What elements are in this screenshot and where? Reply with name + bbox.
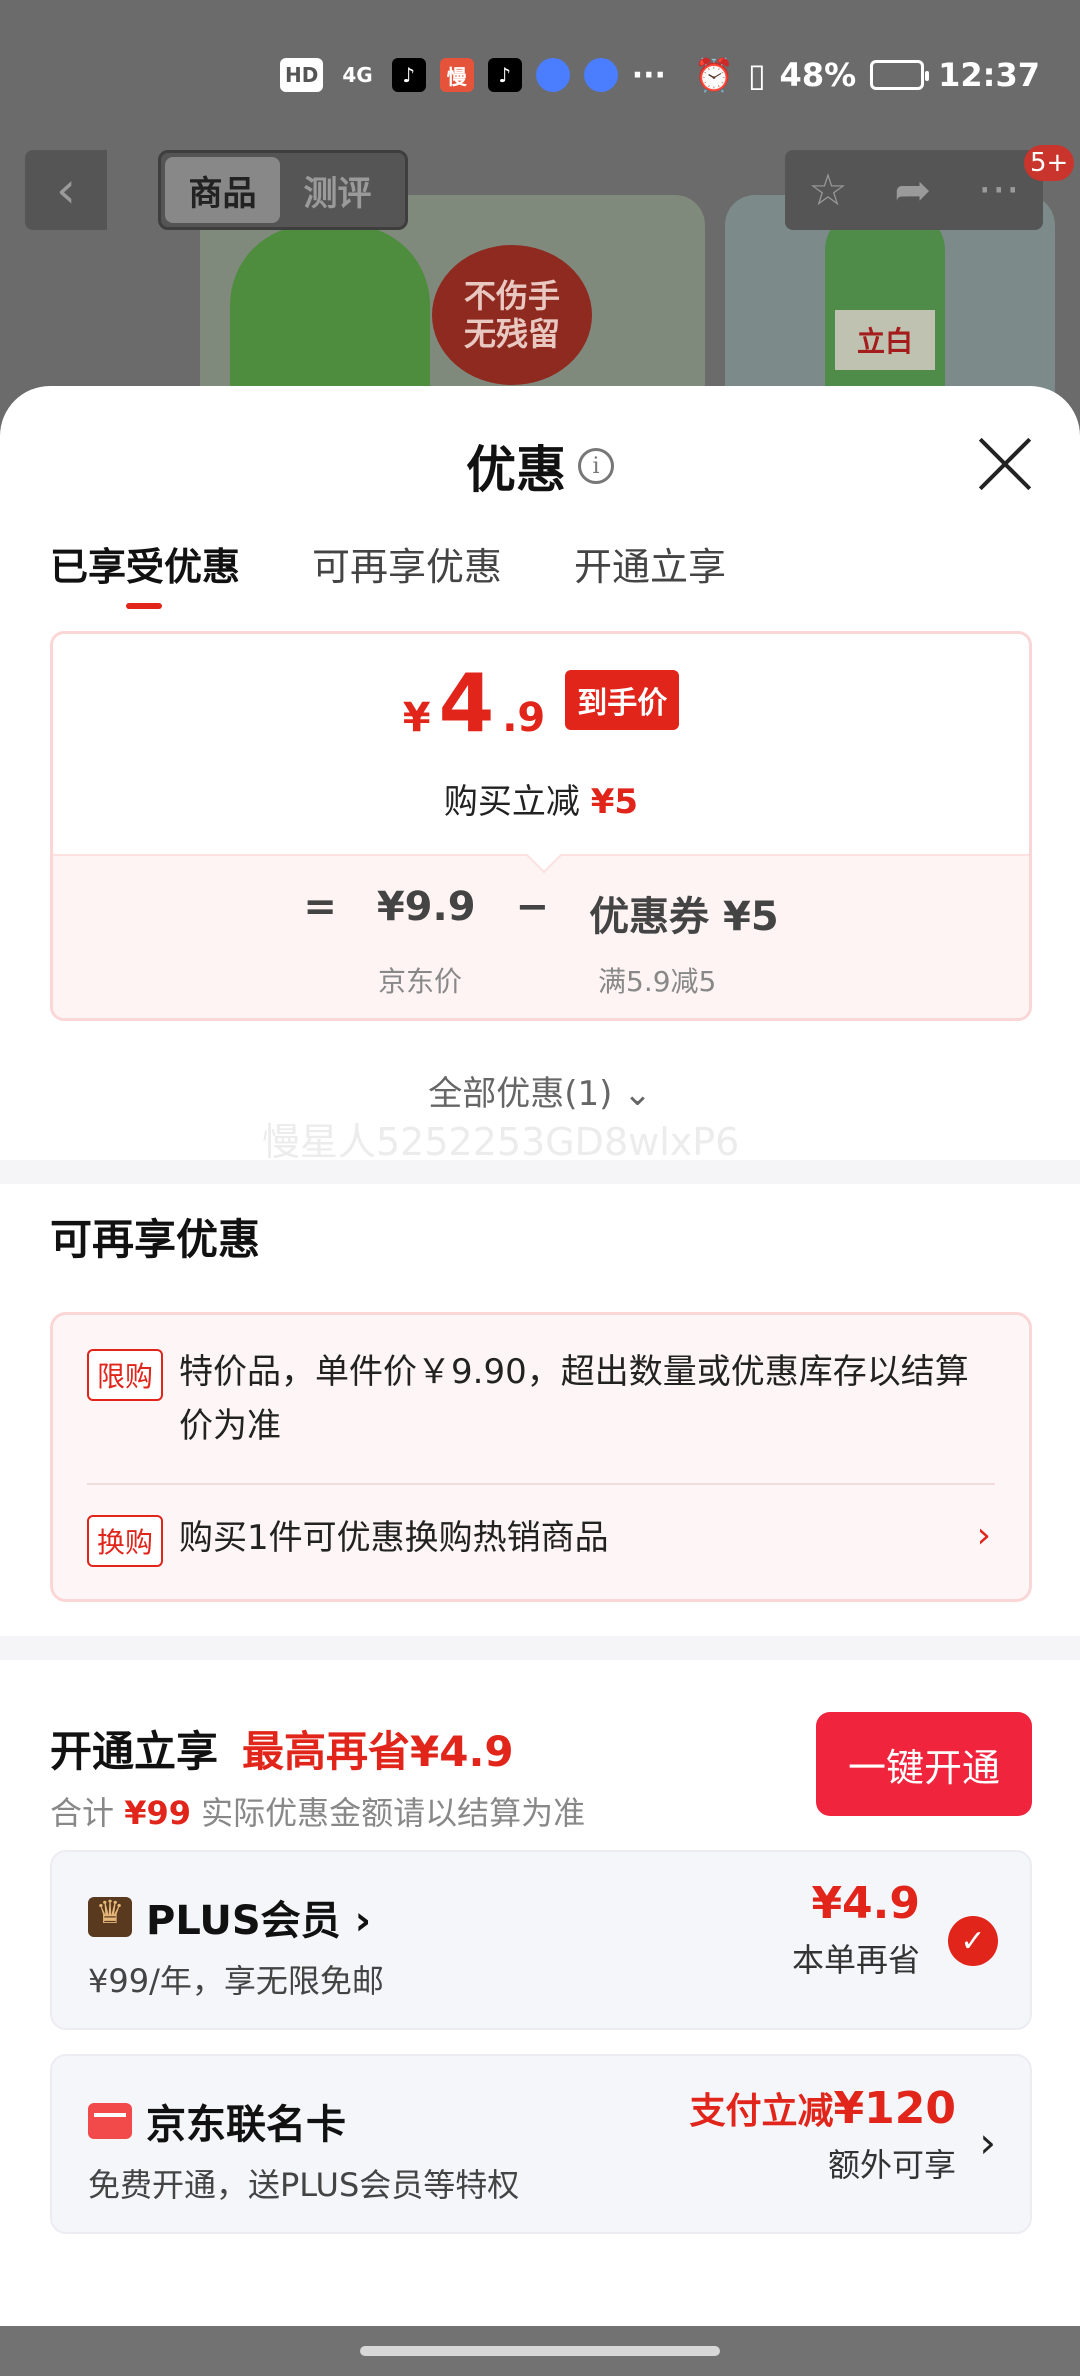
jd-offer: 支付立减¥120 额外可享: [690, 2082, 956, 2186]
open-highlight: 最高再省¥4.9: [242, 1727, 514, 1776]
jd-title: 京东联名卡: [146, 2102, 346, 2148]
tiktok-lite-icon: ♪: [487, 58, 522, 92]
more-icon[interactable]: ···: [978, 165, 1020, 216]
hd-icon: HD: [280, 58, 324, 92]
price-tag: 到手价: [565, 670, 680, 730]
jd-title-row: 京东联名卡: [88, 2092, 346, 2150]
more-deals-card: 限购 特价品，单件价￥9.90，超出数量或优惠库存以结算价为准 换购 购买1件可…: [50, 1312, 1032, 1602]
buy-discount-amount: ¥5: [590, 782, 639, 822]
plus-title-row: PLUS会员 ›: [88, 1888, 371, 1946]
final-price-card: ¥ 4 .9 到手价 购买立减 ¥5 = ¥9.9 − 优惠券 ¥5 京东价 满…: [50, 631, 1032, 1021]
plus-subtitle: ¥99/年，享无限免邮: [88, 1962, 384, 2000]
exchange-text: 购买1件可优惠换购热销商品: [179, 1518, 609, 1558]
promo-item-limited: 限购 特价品，单件价￥9.90，超出数量或优惠库存以结算价为准: [87, 1345, 995, 1454]
battery-percent: 48%: [779, 56, 857, 94]
limited-tag: 限购: [87, 1349, 164, 1401]
badge-line-2: 无残留: [463, 315, 560, 353]
more-deals-title: 可再享优惠: [50, 1215, 261, 1264]
jd-offer-amount: ¥120: [833, 2083, 956, 2134]
original-price: ¥9.9: [376, 884, 476, 930]
price-decimal: .9: [502, 695, 546, 741]
section-divider-2: [0, 1636, 1080, 1660]
exchange-tag: 换购: [87, 1515, 164, 1567]
vibrate-icon: ▯: [747, 56, 766, 94]
buy-discount-label: 购买立减: [443, 782, 580, 822]
tab-review[interactable]: 测评: [280, 157, 395, 223]
chevron-right-icon[interactable]: ›: [977, 1515, 991, 1556]
status-icons-right: ⏰ ▯ 48% 12:37: [694, 56, 1040, 94]
discount-tabs: 已享受优惠 可再享优惠 开通立享: [50, 536, 726, 609]
header-tools: ☆ ➦ ···: [785, 150, 1043, 230]
equals-sign: =: [303, 884, 337, 930]
bottle-label: 立白: [835, 310, 935, 370]
close-icon[interactable]: [975, 434, 1035, 494]
product-tabs: 商品 测评: [158, 150, 408, 230]
back-icon[interactable]: ‹: [25, 150, 107, 230]
price-breakdown: = ¥9.9 − 优惠券 ¥5 京东价 满5.9减5: [53, 836, 1029, 1018]
app-blue-icon-2: [583, 58, 618, 92]
all-deals-link[interactable]: 全部优惠(1) ⌄: [0, 1066, 1080, 1115]
tiktok-icon: ♪: [391, 58, 426, 92]
check-icon[interactable]: ✓: [948, 1916, 998, 1966]
plus-savings: ¥4.9 本单再省: [792, 1878, 920, 1981]
coupon-rule-label: 满5.9减5: [598, 965, 717, 998]
final-price: ¥ 4 .9 到手价: [53, 664, 1029, 748]
buy-discount: 购买立减 ¥5: [53, 774, 1029, 823]
app-blue-icon: [535, 58, 570, 92]
promo-divider: [87, 1483, 995, 1485]
sheet-title: 优惠: [466, 441, 566, 499]
home-indicator[interactable]: [360, 2346, 720, 2356]
section-divider: [0, 1160, 1080, 1184]
tab-product[interactable]: 商品: [165, 157, 280, 223]
manxingren-icon: 慢: [439, 58, 474, 92]
bottle-image: [230, 225, 430, 405]
open-subtitle: 合计 ¥99 实际优惠金额请以结算为准: [50, 1788, 585, 1834]
jd-subtitle: 免费开通，送PLUS会员等特权: [88, 2166, 520, 2204]
jd-offer-label: 额外可享: [827, 2146, 956, 2184]
star-icon[interactable]: ☆: [808, 165, 847, 216]
jd-card[interactable]: 京东联名卡 免费开通，送PLUS会员等特权 支付立减¥120 额外可享 ›: [50, 2054, 1032, 2234]
discount-sheet: 优惠 i 已享受优惠 可再享优惠 开通立享 ¥ 4 .9 到手价 购买立减 ¥5…: [0, 386, 1080, 2326]
signal-icon: 4G: [342, 63, 373, 87]
plus-save-label: 本单再省: [791, 1941, 920, 1979]
chevron-right-icon[interactable]: ›: [979, 2118, 996, 2167]
coupon-value: 优惠券 ¥5: [589, 894, 779, 940]
open-title: 开通立享: [50, 1727, 219, 1776]
more-notifications-icon: ···: [631, 57, 666, 93]
one-click-open-button[interactable]: 一键开通: [816, 1712, 1032, 1816]
tab-enjoyed[interactable]: 已享受优惠: [50, 536, 240, 609]
alarm-icon: ⏰: [694, 56, 734, 94]
clock: 12:37: [938, 56, 1040, 94]
watermark: 慢星人5252253GD8wlxP6: [262, 1120, 740, 1164]
open-note: 实际优惠金额请以结算为准: [201, 1794, 586, 1832]
status-bar: HD 4G ♪ 慢 ♪ ··· ⏰ ▯ 48% 12:37: [0, 0, 1080, 150]
price-integer: 4: [438, 657, 495, 750]
open-section-header: 开通立享 最高再省¥4.9: [50, 1718, 514, 1779]
sheet-header: 优惠 i: [0, 430, 1080, 502]
message-badge: 5+: [1024, 145, 1075, 181]
original-price-label: 京东价: [378, 965, 463, 998]
promo-item-exchange[interactable]: 换购 购买1件可优惠换购热销商品: [87, 1511, 995, 1567]
limited-text: 特价品，单件价￥9.90，超出数量或优惠库存以结算价为准: [179, 1352, 969, 1447]
tab-open[interactable]: 开通立享: [574, 536, 726, 591]
status-icons-left: HD 4G ♪ 慢 ♪ ···: [280, 58, 666, 93]
plus-member-card[interactable]: PLUS会员 › ¥99/年，享无限免邮 ¥4.9 本单再省 ✓: [50, 1850, 1032, 2030]
total-label: 合计: [50, 1794, 115, 1832]
plus-save-amount: ¥4.9: [811, 1878, 920, 1929]
info-icon[interactable]: i: [578, 448, 614, 484]
total-amount: ¥99: [124, 1794, 191, 1832]
battery-icon: [870, 60, 930, 90]
badge-line-1: 不伤手: [463, 276, 560, 315]
minus-sign: −: [515, 884, 550, 930]
currency-symbol: ¥: [402, 695, 431, 741]
credit-card-icon: [88, 2103, 132, 2139]
jd-offer-prefix: 支付立减: [689, 2091, 834, 2132]
jd-offer-line: 支付立减¥120: [690, 2082, 956, 2134]
tab-more[interactable]: 可再享优惠: [312, 536, 502, 591]
share-icon[interactable]: ➦: [894, 165, 931, 216]
crown-icon: [88, 1893, 132, 1937]
price-formula: = ¥9.9 − 优惠券 ¥5: [53, 884, 1029, 942]
product-badge: 不伤手 无残留: [432, 245, 592, 385]
plus-title[interactable]: PLUS会员 ›: [146, 1888, 371, 1946]
